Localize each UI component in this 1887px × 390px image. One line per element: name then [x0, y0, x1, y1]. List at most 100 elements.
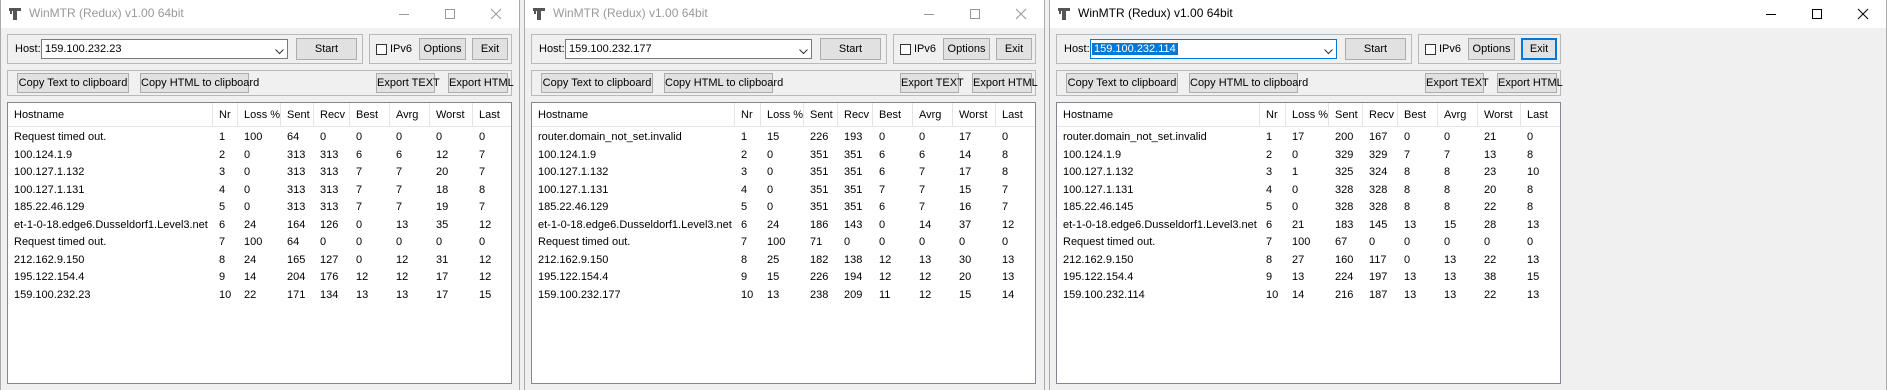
column-header[interactable]: Loss % — [238, 103, 281, 127]
chevron-down-icon[interactable] — [275, 46, 284, 58]
table-row[interactable]: 100.127.1.131 4 0 351 351 7 7 15 7 — [532, 182, 1035, 199]
exit-button[interactable]: Exit — [472, 38, 508, 60]
minimize-button[interactable] — [381, 0, 427, 28]
table-row[interactable]: 195.122.154.4 9 13 224 197 13 13 38 15 — [1057, 269, 1560, 286]
title-bar[interactable]: WinMTR (Redux) v1.00 64bit — [1050, 0, 1886, 28]
export-html-button[interactable]: Export HTML — [972, 73, 1038, 93]
copy-html-button[interactable]: Copy HTML to clipboard — [664, 73, 783, 93]
chevron-down-icon[interactable] — [1324, 46, 1333, 58]
chevron-down-icon[interactable] — [799, 46, 808, 58]
start-button[interactable]: Start — [296, 38, 357, 60]
table-row[interactable]: 159.100.232.114 10 14 216 187 13 13 22 13 — [1057, 287, 1560, 304]
start-button[interactable]: Start — [1345, 38, 1406, 60]
options-button[interactable]: Options — [419, 38, 466, 60]
table-row[interactable]: Request timed out. 7 100 71 0 0 0 0 0 — [532, 234, 1035, 251]
options-button[interactable]: Options — [1468, 38, 1515, 60]
export-html-button[interactable]: Export HTML — [448, 73, 514, 93]
column-header[interactable]: Recv — [314, 103, 350, 127]
maximize-button[interactable] — [1794, 0, 1840, 28]
table-row[interactable]: Request timed out. 1 100 64 0 0 0 0 0 — [8, 129, 511, 146]
column-header[interactable]: Sent — [1329, 103, 1363, 127]
table-row[interactable]: 100.124.1.9 2 0 351 351 6 6 14 8 — [532, 147, 1035, 164]
ipv6-checkbox[interactable] — [1425, 44, 1436, 55]
table-row[interactable]: 195.122.154.4 9 14 204 176 12 12 17 12 — [8, 269, 511, 286]
column-header[interactable]: Loss % — [761, 103, 804, 127]
column-header[interactable]: Avrg — [913, 103, 953, 127]
title-bar[interactable]: WinMTR (Redux) v1.00 64bit — [1, 0, 519, 28]
copy-html-button[interactable]: Copy HTML to clipboard — [1189, 73, 1308, 93]
exit-button[interactable]: Exit — [996, 38, 1032, 60]
column-header[interactable]: Hostname — [532, 103, 735, 127]
start-button[interactable]: Start — [820, 38, 881, 60]
column-header[interactable]: Avrg — [1438, 103, 1478, 127]
minimize-button[interactable] — [906, 0, 952, 28]
column-header[interactable]: Nr — [735, 103, 761, 127]
table-row[interactable]: 185.22.46.129 5 0 313 313 7 7 19 7 — [8, 199, 511, 216]
column-header[interactable]: Recv — [838, 103, 873, 127]
table-row[interactable]: 159.100.232.23 10 22 171 134 13 13 17 15 — [8, 287, 511, 304]
table-row[interactable]: 100.127.1.132 3 1 325 324 8 8 23 10 — [1057, 164, 1560, 181]
table-row[interactable]: 185.22.46.145 5 0 328 328 8 8 22 8 — [1057, 199, 1560, 216]
copy-text-button[interactable]: Copy Text to clipboard — [541, 73, 653, 93]
column-header[interactable]: Last — [1521, 103, 1560, 127]
table-row[interactable]: et-1-0-18.edge6.Dusseldorf1.Level3.net 6 2… — [1057, 217, 1560, 234]
maximize-button[interactable] — [952, 0, 998, 28]
column-header[interactable]: Best — [1398, 103, 1438, 127]
options-button[interactable]: Options — [943, 38, 990, 60]
column-header[interactable]: Sent — [281, 103, 314, 127]
column-header[interactable]: Hostname — [1057, 103, 1260, 127]
host-input[interactable]: 159.100.232.23 — [45, 43, 121, 55]
column-header[interactable]: Sent — [804, 103, 838, 127]
column-header[interactable]: Last — [473, 103, 511, 127]
column-header[interactable]: Last — [996, 103, 1035, 127]
trace-table[interactable]: Hostname Nr Loss % Sent Recv Best Avrg Worst Las… — [7, 102, 512, 384]
table-row[interactable]: Request timed out. 7 100 67 0 0 0 0 0 — [1057, 234, 1560, 251]
column-header[interactable]: Recv — [1363, 103, 1398, 127]
table-row[interactable]: 212.162.9.150 8 25 182 138 12 13 30 13 — [532, 252, 1035, 269]
table-row[interactable]: 100.127.1.132 3 0 313 313 7 7 20 7 — [8, 164, 511, 181]
close-button[interactable] — [1840, 0, 1886, 28]
table-row[interactable]: 100.127.1.132 3 0 351 351 6 7 17 8 — [532, 164, 1035, 181]
title-bar[interactable]: WinMTR (Redux) v1.00 64bit — [525, 0, 1044, 28]
column-header[interactable]: Nr — [213, 103, 238, 127]
table-row[interactable]: router.domain_not_set.invalid 1 15 226 193 0 0… — [532, 129, 1035, 146]
host-input[interactable]: 159.100.232.177 — [569, 43, 652, 55]
table-row[interactable]: et-1-0-18.edge6.Dusseldorf1.Level3.net 6 2… — [532, 217, 1035, 234]
export-text-button[interactable]: Export TEXT — [900, 73, 964, 93]
copy-html-button[interactable]: Copy HTML to clipboard — [140, 73, 259, 93]
close-button[interactable] — [473, 0, 519, 28]
copy-text-button[interactable]: Copy Text to clipboard — [1066, 73, 1178, 93]
column-header[interactable]: Worst — [430, 103, 473, 127]
table-row[interactable]: 100.124.1.9 2 0 329 329 7 7 13 8 — [1057, 147, 1560, 164]
host-combobox[interactable]: 159.100.232.177 — [565, 39, 812, 59]
column-header[interactable]: Loss % — [1286, 103, 1329, 127]
copy-text-button[interactable]: Copy Text to clipboard — [17, 73, 129, 93]
table-row[interactable]: 100.127.1.131 4 0 313 313 7 7 18 8 — [8, 182, 511, 199]
ipv6-checkbox[interactable] — [376, 44, 387, 55]
table-row[interactable]: 195.122.154.4 9 15 226 194 12 12 20 13 — [532, 269, 1035, 286]
table-row[interactable]: 100.127.1.131 4 0 328 328 8 8 20 8 — [1057, 182, 1560, 199]
column-header[interactable]: Worst — [953, 103, 996, 127]
table-row[interactable]: Request timed out. 7 100 64 0 0 0 0 0 — [8, 234, 511, 251]
column-header[interactable]: Nr — [1260, 103, 1286, 127]
table-row[interactable]: 159.100.232.177 10 13 238 209 11 12 15 14 — [532, 287, 1035, 304]
host-combobox[interactable]: 159.100.232.23 — [41, 39, 288, 59]
export-text-button[interactable]: Export TEXT — [1425, 73, 1489, 93]
column-header[interactable]: Worst — [1478, 103, 1521, 127]
trace-table[interactable]: Hostname Nr Loss % Sent Recv Best Avrg Worst Las… — [531, 102, 1036, 384]
column-header[interactable]: Best — [873, 103, 913, 127]
minimize-button[interactable] — [1748, 0, 1794, 28]
table-row[interactable]: 100.124.1.9 2 0 313 313 6 6 12 7 — [8, 147, 511, 164]
table-row[interactable]: 185.22.46.129 5 0 351 351 6 7 16 7 — [532, 199, 1035, 216]
table-row[interactable]: router.domain_not_set.invalid 1 17 200 167 0 0… — [1057, 129, 1560, 146]
table-row[interactable]: 212.162.9.150 8 24 165 127 0 12 31 12 — [8, 252, 511, 269]
table-row[interactable]: et-1-0-18.edge6.Dusseldorf1.Level3.net 6 2… — [8, 217, 511, 234]
export-text-button[interactable]: Export TEXT — [376, 73, 440, 93]
table-row[interactable]: 212.162.9.150 8 27 160 117 0 13 22 13 — [1057, 252, 1560, 269]
close-button[interactable] — [998, 0, 1044, 28]
maximize-button[interactable] — [427, 0, 473, 28]
host-input[interactable]: 159.100.232.114 — [1092, 43, 1178, 55]
column-header[interactable]: Avrg — [390, 103, 430, 127]
trace-table[interactable]: Hostname Nr Loss % Sent Recv Best Avrg Worst Las… — [1056, 102, 1561, 384]
export-html-button[interactable]: Export HTML — [1497, 73, 1563, 93]
